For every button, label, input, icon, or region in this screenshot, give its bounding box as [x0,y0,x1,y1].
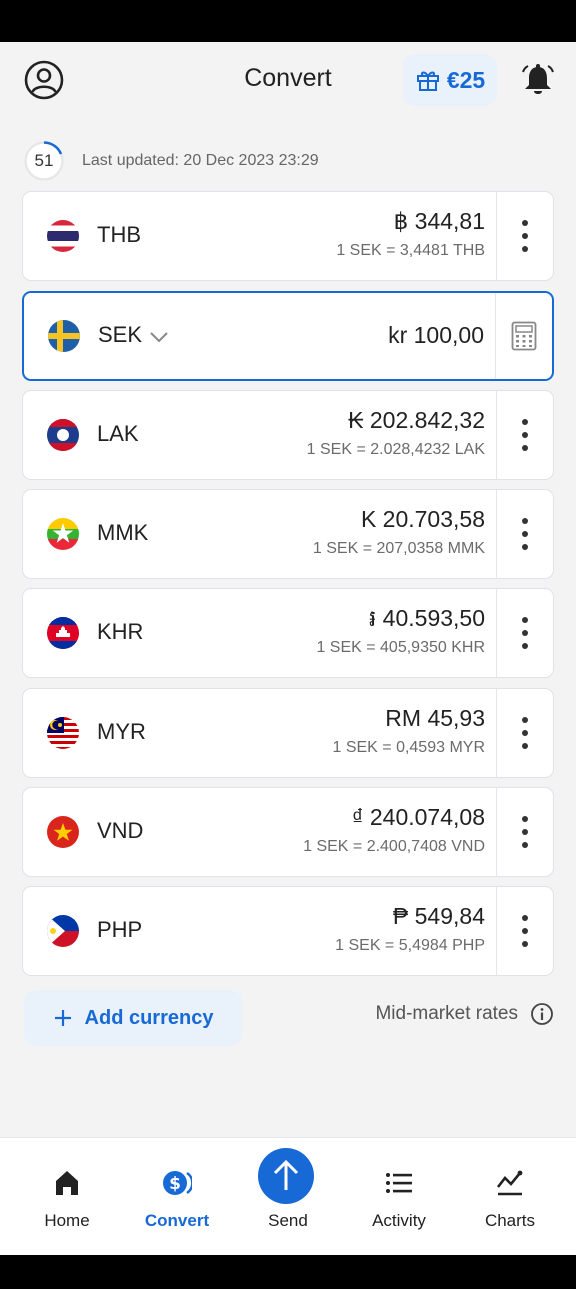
exchange-rate: 1 SEK = 5,4984 PHP [335,937,485,954]
bottom-tab-bar: Home $ Convert Send Activity Charts [0,1137,576,1255]
more-options-button[interactable] [497,490,553,578]
currency-amount: ₱ 549,84 [392,903,485,929]
tab-home[interactable]: Home [12,1138,122,1256]
thailand-flag-icon [47,220,79,252]
tab-send[interactable]: Send [233,1138,343,1256]
exchange-rate: 1 SEK = 405,9350 KHR [316,639,485,656]
send-button[interactable] [258,1148,314,1204]
exchange-rate: 1 SEK = 3,4481 THB [336,242,485,259]
philippines-flag-icon [47,915,79,947]
chart-line-icon [496,1170,523,1196]
currency-card-lak[interactable]: LAK ₭ 202.842,32 1 SEK = 2.028,4232 LAK [22,390,554,480]
exchange-rate: 1 SEK = 207,0358 MMK [312,540,485,557]
currency-code: MYR [97,719,146,744]
currency-amount: ₭ 202.842,32 [348,407,485,433]
add-currency-button[interactable]: Add currency [24,990,242,1046]
currency-amount: K 20.703,58 [360,506,485,532]
home-icon [56,1171,78,1195]
currency-card-mmk[interactable]: MMK K 20.703,58 1 SEK = 207,0358 MMK [22,489,554,579]
myanmar-flag-icon [47,518,79,550]
tab-label: Send [268,1211,308,1230]
currency-code: KHR [97,619,144,644]
last-updated-text: Last updated: 20 Dec 2023 23:29 [82,152,319,169]
currency-amount: ៛ 40.593,50 [368,605,485,631]
tab-label: Charts [484,1211,536,1230]
exchange-rate: 1 SEK = 2.400,7408 VND [303,838,485,855]
calculator-icon [511,321,537,351]
currency-code: LAK [97,421,139,446]
gift-icon [416,71,439,91]
malaysia-flag-icon [47,717,79,749]
more-options-button[interactable] [497,391,553,479]
info-icon [531,1003,553,1025]
convert-dollar-icon: $ [163,1171,192,1195]
tab-label: Home [44,1211,90,1230]
currency-code: SEK [98,322,143,347]
currency-card-sek[interactable]: SEK kr 100,00 [22,291,554,381]
more-vertical-icon [522,915,528,947]
exchange-rate: 1 SEK = 0,4593 MYR [332,739,485,756]
currency-card-thb[interactable]: THB ฿ 344,81 1 SEK = 3,4481 THB [22,191,554,281]
more-vertical-icon [522,220,528,252]
chevron-down-icon[interactable] [146,324,172,350]
reward-button[interactable]: €25 [403,54,497,106]
currency-amount: ₫ 240.074,08 [351,804,485,830]
cambodia-flag-icon [47,617,79,649]
currency-amount: ฿ 344,81 [393,208,485,234]
calculator-button[interactable] [496,293,552,379]
more-vertical-icon [522,816,528,848]
base-amount-input[interactable]: kr 100,00 [388,322,484,349]
more-options-button[interactable] [497,192,553,280]
more-vertical-icon [522,617,528,649]
currency-code: THB [97,222,141,247]
more-vertical-icon [522,518,528,550]
header: Convert €25 [0,42,576,122]
currency-code: PHP [97,917,143,942]
tab-activity[interactable]: Activity [344,1138,454,1256]
system-nav-bar [0,1255,576,1289]
currency-card-vnd[interactable]: VND ₫ 240.074,08 1 SEK = 2.400,7408 VND [22,787,554,877]
more-vertical-icon [522,419,528,451]
currency-card-khr[interactable]: KHR ៛ 40.593,50 1 SEK = 405,9350 KHR [22,588,554,678]
sweden-flag-icon [48,320,80,352]
mid-market-rates-info[interactable]: Mid-market rates [375,1002,554,1026]
exchange-rate: 1 SEK = 2.028,4232 LAK [306,441,485,458]
arrow-up-icon [273,1159,299,1190]
more-options-button[interactable] [497,589,553,677]
currency-card-php[interactable]: PHP ₱ 549,84 1 SEK = 5,4984 PHP [22,886,554,976]
list-icon [386,1173,412,1193]
add-currency-label: Add currency [84,1006,214,1029]
more-vertical-icon [522,717,528,749]
currency-amount: RM 45,93 [385,705,485,731]
tab-charts[interactable]: Charts [455,1138,565,1256]
status-bar [0,0,576,42]
more-options-button[interactable] [497,887,553,975]
refresh-progress-ring [24,141,64,181]
svg-text:$: $ [169,1174,181,1194]
currency-code: VND [97,818,144,843]
plus-icon [54,1010,71,1026]
last-updated-row: 51 Last updated: 20 Dec 2023 23:29 [24,140,319,182]
more-options-button[interactable] [497,788,553,876]
currency-card-myr[interactable]: MYR RM 45,93 1 SEK = 0,4593 MYR [22,688,554,778]
refresh-counter[interactable]: 51 [24,141,64,181]
tab-label: Convert [144,1211,210,1230]
laos-flag-icon [47,419,79,451]
more-options-button[interactable] [497,689,553,777]
tab-label: Activity [372,1211,426,1230]
vietnam-flag-icon [47,816,79,848]
bell-icon[interactable] [520,62,556,98]
currency-code: MMK [97,520,149,545]
reward-label: €25 [446,66,486,93]
mid-market-label: Mid-market rates [375,1003,518,1024]
tab-convert[interactable]: $ Convert [122,1138,232,1256]
